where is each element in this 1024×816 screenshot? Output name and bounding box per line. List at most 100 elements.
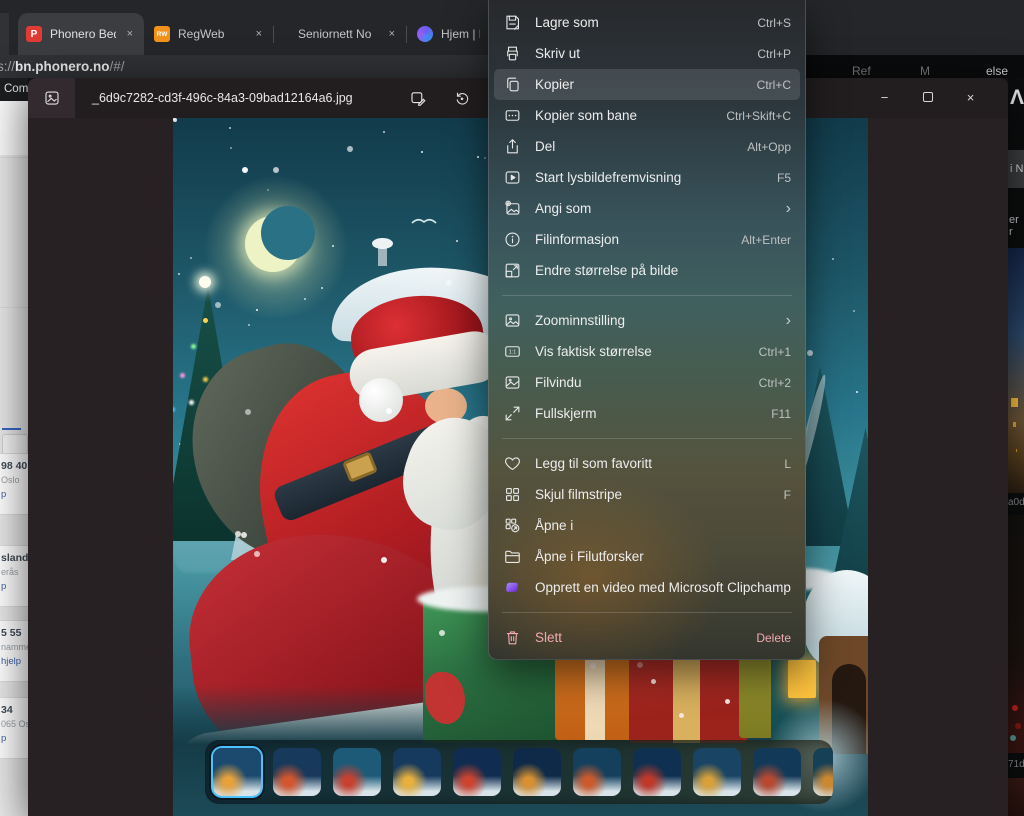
tab-favicon: RW: [154, 26, 170, 42]
menu-item-label: Åpne i Filutforsker: [535, 549, 644, 564]
menu-item-file-info[interactable]: FilinformasjonAlt+Enter: [494, 224, 800, 255]
contact-card-fragment: sland -eråsp: [0, 545, 28, 607]
menu-item-hide-filmstrip[interactable]: Skjul filmstripeF: [494, 479, 800, 510]
menu-item-save-as[interactable]: Lagre som Ctrl+S: [494, 7, 800, 38]
menu-item-label: Zoominnstilling: [535, 313, 625, 328]
filmstrip-thumbnail-snow-cottage[interactable]: [573, 748, 621, 796]
menu-item-shortcut: Ctrl+S: [757, 16, 791, 30]
browser-address-bar[interactable]: s://bn.phonero.no/#/: [0, 55, 490, 78]
menu-item-label: Filvindu: [535, 375, 582, 390]
card-text-fragment: 065 Os: [1, 719, 28, 729]
tab-divider: [273, 26, 274, 43]
tab-close-icon[interactable]: ×: [253, 28, 265, 40]
menu-item-favorite[interactable]: Legg til som favoritt L: [494, 448, 800, 479]
tab-label: RegWeb: [178, 27, 224, 41]
menu-item-label: Skriv ut: [535, 46, 580, 61]
menu-item-share[interactable]: Del Alt+Opp: [494, 131, 800, 162]
menu-item-copy[interactable]: KopierCtrl+C: [494, 69, 800, 100]
grid-icon: [503, 485, 522, 504]
active-tab-underline-fragment: [2, 428, 21, 430]
svg-text:1:1: 1:1: [509, 350, 516, 356]
menu-item-shortcut: Ctrl+2: [759, 376, 791, 390]
maximize-button[interactable]: [906, 81, 949, 113]
edit-image-button[interactable]: [403, 83, 433, 113]
menu-item-label: Angi som: [535, 201, 591, 216]
filmstrip-thumbnail-santa-by-house[interactable]: [213, 748, 261, 796]
card-text-fragment: 34: [1, 704, 28, 716]
contact-card-fragment: 98 40Oslop: [0, 453, 28, 515]
image-view-button[interactable]: [28, 78, 75, 118]
edit-image-icon: [409, 89, 427, 107]
browser-tab-hjem-m[interactable]: Hjem | M: [409, 13, 488, 55]
tab-close-icon[interactable]: ×: [386, 28, 398, 40]
thumbnail-image-fragment: [1008, 515, 1024, 753]
menu-item-actual-size[interactable]: 1:1Vis faktisk størrelseCtrl+1: [494, 336, 800, 367]
minimize-button[interactable]: −: [863, 81, 906, 113]
menu-item-copy-as-path[interactable]: Kopier som baneCtrl+Skift+C: [494, 100, 800, 131]
bing-text-fragment-m: M: [920, 64, 930, 78]
card-text-fragment: erås: [1, 567, 28, 577]
menu-item-clipchamp[interactable]: Opprett en video med Microsoft Clipchamp: [494, 572, 800, 603]
slideshow-icon: [503, 168, 522, 187]
close-button[interactable]: ×: [949, 81, 992, 113]
image-filename: _6d9c7282-cd3f-496c-84a3-09bad12164a6.jp…: [92, 78, 353, 118]
menu-item-shortcut: L: [784, 457, 791, 471]
browser-tab-regweb[interactable]: RW RegWeb ×: [146, 13, 273, 55]
tree-lights: [203, 318, 208, 323]
image-icon: [43, 89, 61, 107]
clipchamp-icon: [503, 578, 522, 597]
filmstrip-thumbnail-santa-village[interactable]: [453, 748, 501, 796]
menu-item-label: Åpne i: [535, 518, 573, 533]
thumbnail-image-fragment: [1008, 248, 1024, 493]
menu-item-fullscreen[interactable]: FullskjermF11: [494, 398, 800, 429]
tab-favicon: P: [26, 26, 42, 42]
menu-item-delete[interactable]: SlettDelete: [494, 622, 800, 653]
save-icon: [503, 13, 522, 32]
menu-item-shortcut: Delete: [756, 631, 791, 645]
menu-item-open-explorer[interactable]: Åpne i Filutforsker: [494, 541, 800, 572]
menu-item-resize-image[interactable]: Endre størrelse på bilde: [494, 255, 800, 286]
menu-item-label: Opprett en video med Microsoft Clipchamp: [535, 580, 791, 595]
folder-icon: [503, 547, 522, 566]
menu-item-slideshow[interactable]: Start lysbildefremvisningF5: [494, 162, 800, 193]
tab-label: Seniornett No: [298, 27, 371, 41]
menu-item-open-in[interactable]: Åpne i: [494, 510, 800, 541]
filmstrip-thumbnail-santa-with-sack[interactable]: [273, 748, 321, 796]
logo-fragment: Λ: [1010, 86, 1024, 110]
tab-label: Phonero Bedri: [50, 27, 116, 41]
santa-hat-pompom: [359, 378, 403, 422]
text-fragment: er r: [1009, 214, 1024, 238]
filmstrip-thumbnail-forest-scene[interactable]: [813, 748, 833, 796]
tab-favicon: [417, 26, 433, 42]
submenu-chevron-icon: ›: [786, 314, 791, 328]
menu-item-label: Lagre som: [535, 15, 599, 30]
menu-item-label: Skjul filmstripe: [535, 487, 622, 502]
tab-divider: [406, 26, 407, 43]
filmstrip-thumbnail-lit-cottage[interactable]: [393, 748, 441, 796]
rotate-button[interactable]: [447, 83, 477, 113]
filmstrip-thumbnail-winter-house[interactable]: [693, 748, 741, 796]
menu-item-label: Fullskjerm: [535, 406, 597, 421]
menu-item-file-window[interactable]: Filvindu Ctrl+2: [494, 367, 800, 398]
filmstrip-thumbnail-gnome-scene[interactable]: [633, 748, 681, 796]
moon-shadow: [261, 206, 315, 260]
filmstrip-thumbnail-night-village[interactable]: [513, 748, 561, 796]
browser-tab-seniornett-no[interactable]: Seniornett No ×: [276, 13, 406, 55]
chimney-snow-cap: [372, 238, 393, 249]
menu-item-zoom-setting[interactable]: Zoominnstilling ›: [494, 305, 800, 336]
menu-item-shortcut: Alt+Opp: [747, 140, 791, 154]
filename-fragment-top: a0d: [1008, 497, 1024, 508]
menu-item-print[interactable]: Skriv utCtrl+P: [494, 38, 800, 69]
menu-item-label: Del: [535, 139, 555, 154]
browser-tab-phonero-bedri[interactable]: P Phonero Bedri ×: [18, 13, 144, 55]
filmstrip-thumbnail-gingerbread-house[interactable]: [753, 748, 801, 796]
menu-item-set-as[interactable]: Angi som›: [494, 193, 800, 224]
card-text-fragment: 98 40: [1, 460, 28, 472]
card-link-fragment: p: [1, 489, 28, 500]
filmstrip-thumbnail-santa-gifts[interactable]: [333, 748, 381, 796]
tab-close-icon[interactable]: ×: [124, 28, 136, 40]
menu-item-shortcut: F5: [777, 171, 791, 185]
menu-item-shortcut: Alt+Enter: [741, 233, 791, 247]
file-window-icon: [503, 373, 522, 392]
menu-item-label: Legg til som favoritt: [535, 456, 652, 471]
